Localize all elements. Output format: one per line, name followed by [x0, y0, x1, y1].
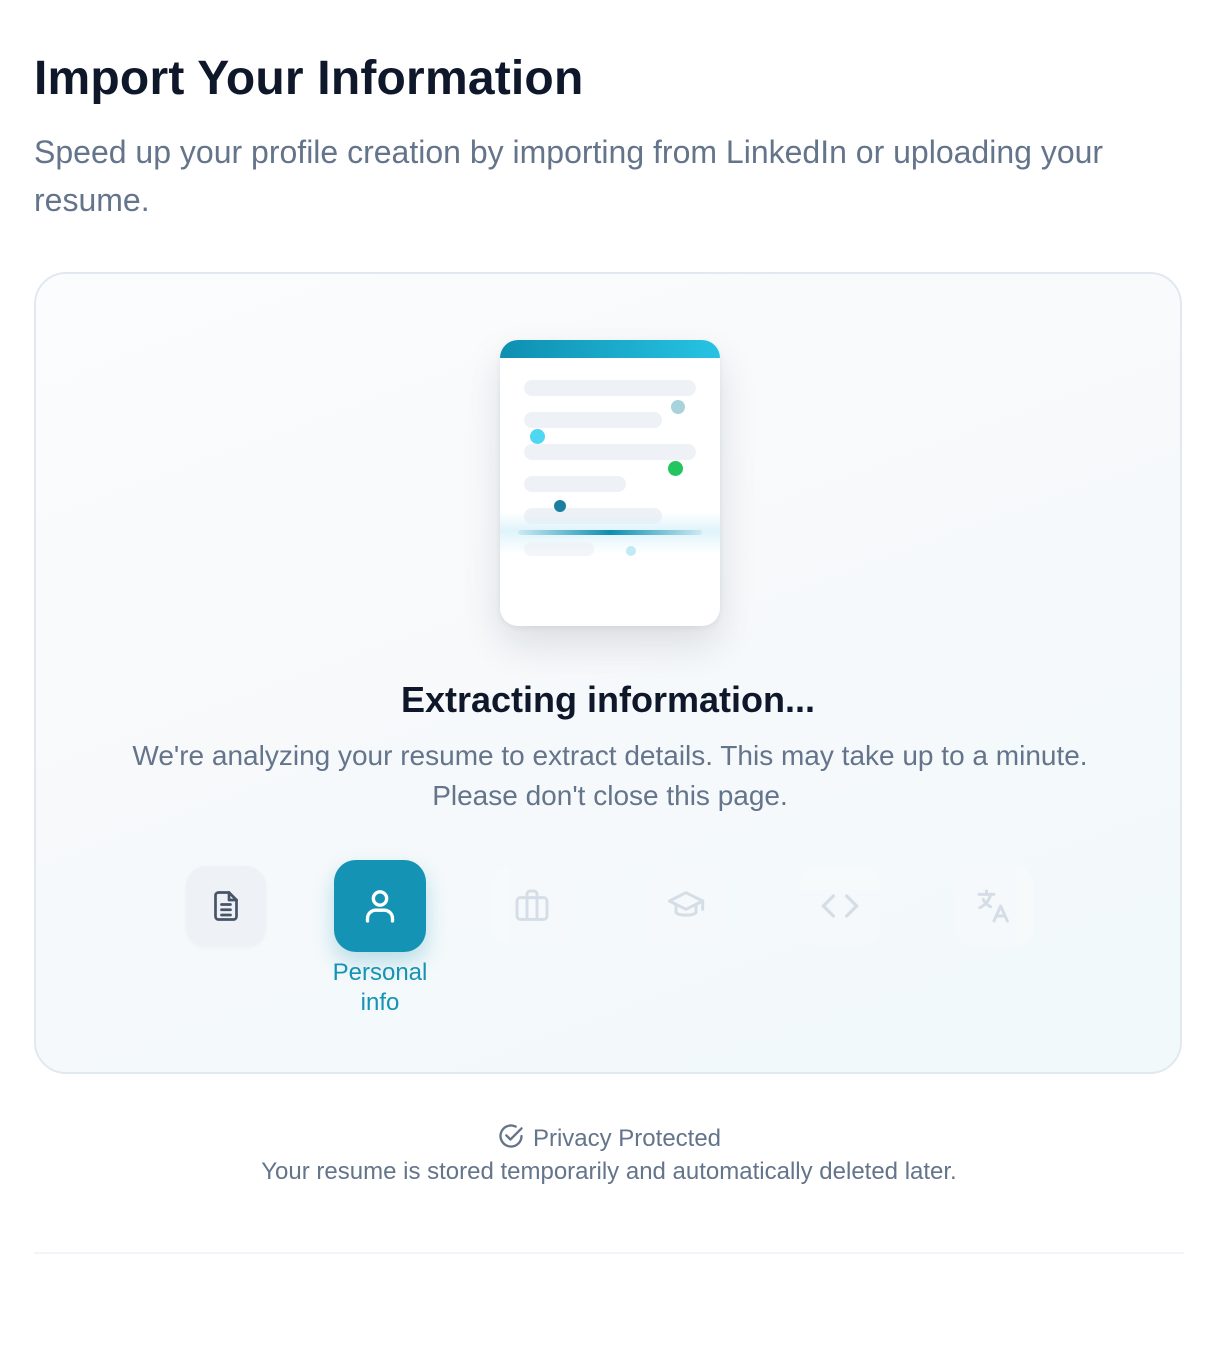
- document-line: [524, 542, 594, 556]
- translate-icon: [974, 886, 1014, 926]
- step-document: [186, 866, 266, 946]
- code-icon: [820, 886, 860, 926]
- document-line: [524, 476, 626, 492]
- step-skills: [800, 866, 880, 946]
- check-circle-icon: [497, 1122, 525, 1155]
- extraction-card: Extracting information... We're analyzin…: [34, 272, 1182, 1074]
- data-point-dot: [530, 429, 545, 444]
- page-title: Import Your Information: [34, 52, 584, 105]
- resume-scan-illustration: [500, 340, 720, 626]
- privacy-title: Privacy Protected: [532, 1124, 722, 1152]
- user-icon: [360, 884, 400, 928]
- privacy-description: Your resume is stored temporarily and au…: [261, 1158, 957, 1185]
- data-point-dot: [554, 500, 566, 512]
- graduation-cap-icon: [665, 886, 707, 926]
- document-line: [524, 380, 696, 396]
- scan-line: [518, 530, 702, 535]
- step-education: [646, 866, 726, 946]
- document-header-bar: [500, 340, 720, 358]
- document-icon: [208, 886, 244, 926]
- briefcase-icon: [512, 886, 552, 926]
- data-point-dot: [626, 546, 636, 556]
- document-line: [524, 412, 662, 428]
- divider: [34, 1252, 1184, 1254]
- step-label-personal-info: Personal info: [332, 959, 428, 1016]
- data-point-dot: [668, 461, 683, 476]
- document-line: [524, 444, 696, 460]
- step-experience: [492, 866, 572, 946]
- privacy-notice: Privacy Protected: [0, 1122, 1218, 1155]
- step-languages: [954, 866, 1034, 946]
- status-description: We're analyzing your resume to extract d…: [132, 740, 1088, 811]
- page-subtitle: Speed up your profile creation by import…: [34, 134, 1104, 218]
- status-title: Extracting information...: [400, 679, 816, 720]
- data-point-dot: [671, 400, 685, 414]
- step-personal-info: [334, 860, 426, 952]
